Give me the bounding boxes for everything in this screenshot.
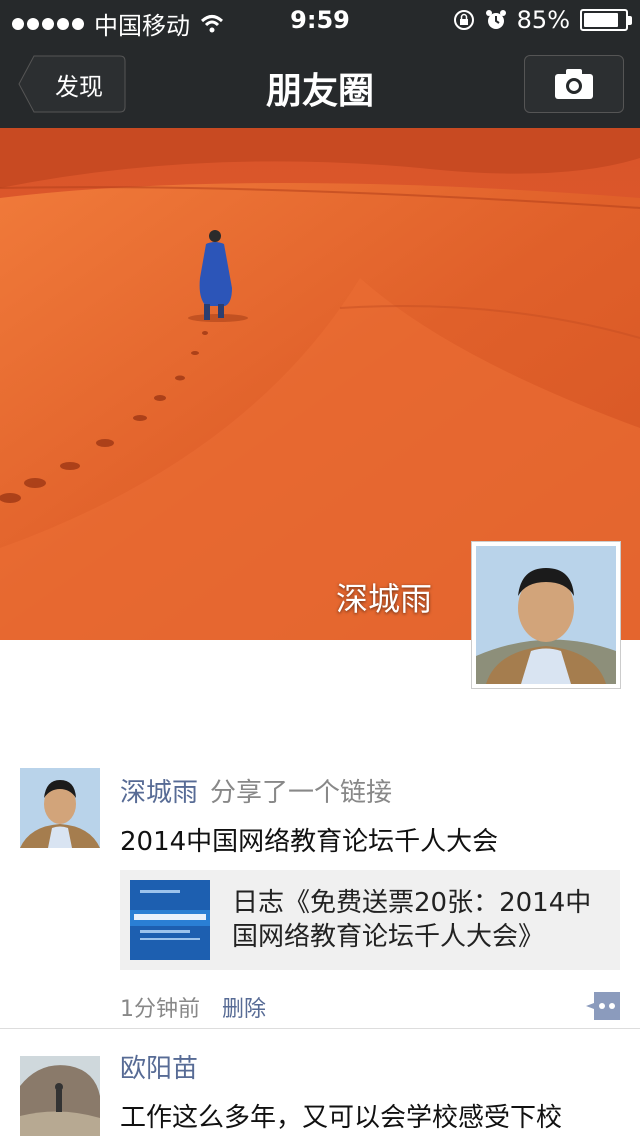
link-title: 日志《免费送票20张：2014中 国网络教育论坛千人大会》 xyxy=(232,886,591,954)
post-action: 分享了一个链接 xyxy=(210,778,393,808)
link-title-line: 国网络教育论坛千人大会》 xyxy=(232,922,545,952)
battery-level xyxy=(584,13,618,27)
link-title-line: 日志《免费送票20张：2014中 xyxy=(232,888,592,918)
alarm-icon xyxy=(485,10,506,29)
battery-icon xyxy=(580,9,632,31)
post-avatar[interactable] xyxy=(20,768,100,848)
profile-name: 深城雨 xyxy=(335,580,432,618)
nav-bar: 发现 朋友圈 xyxy=(0,40,640,128)
moments-feed: 深城雨 分享了一个链接 2014中国网络教育论坛千人大会 日志《免费送票20张：2… xyxy=(0,744,640,1136)
post-author[interactable]: 欧阳苗 xyxy=(120,1054,198,1084)
camera-icon xyxy=(555,69,593,99)
shared-link-card[interactable]: 日志《免费送票20张：2014中 国网络教育论坛千人大会》 xyxy=(120,870,620,970)
profile-avatar[interactable] xyxy=(471,541,621,689)
battery-percent: 85% xyxy=(516,6,570,34)
post-author[interactable]: 深城雨 xyxy=(120,778,198,808)
delete-button[interactable]: 删除 xyxy=(222,991,266,1023)
post-time: 1分钟前 xyxy=(120,997,200,1022)
feed-post: 欧阳苗 工作这么多年，又可以会学校感受下校 xyxy=(0,1028,640,1136)
avatar-image xyxy=(20,1056,100,1136)
post-text: 工作这么多年，又可以会学校感受下校 xyxy=(120,1103,563,1133)
post-avatar[interactable] xyxy=(20,1056,100,1136)
status-bar: 中国移动 9:59 85% xyxy=(0,0,640,40)
camera-button[interactable] xyxy=(524,55,624,113)
comment-icon[interactable] xyxy=(586,992,620,1020)
avatar-image xyxy=(476,546,616,684)
feed-post: 深城雨 分享了一个链接 2014中国网络教育论坛千人大会 日志《免费送票20张：2… xyxy=(0,744,640,1029)
link-thumbnail xyxy=(130,880,210,960)
rotation-lock-icon xyxy=(453,10,474,30)
post-text: 2014中国网络教育论坛千人大会 xyxy=(120,827,499,857)
avatar-image xyxy=(20,768,100,848)
